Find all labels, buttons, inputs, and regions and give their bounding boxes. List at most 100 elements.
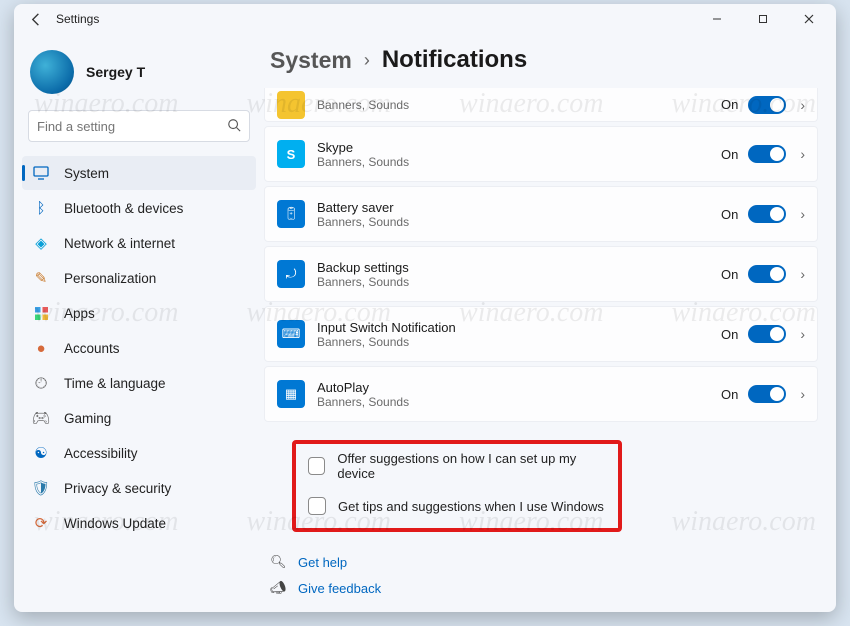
sidebar-item-label: Apps	[64, 306, 95, 321]
app-state: On	[721, 207, 738, 222]
app-subtitle: Banners, Sounds	[317, 335, 721, 349]
breadcrumb-parent[interactable]: System	[270, 47, 352, 74]
app-icon: ⤾	[277, 260, 305, 288]
app-icon	[277, 91, 305, 119]
chevron-right-icon: ›	[800, 206, 805, 222]
sidebar-item-network[interactable]: ◈ Network & internet	[22, 226, 256, 260]
back-button[interactable]	[22, 5, 50, 33]
app-title: Backup settings	[317, 260, 721, 275]
sidebar-item-apps[interactable]: Apps	[22, 296, 256, 330]
toggle-switch[interactable]	[748, 265, 786, 283]
page-title: Notifications	[382, 46, 527, 74]
notification-list: Banners, Sounds On › S Skype Banners, So…	[264, 88, 818, 612]
app-title: Input Switch Notification	[317, 320, 721, 335]
search-input[interactable]	[37, 119, 227, 134]
chevron-right-icon: ›	[800, 97, 805, 113]
chevron-right-icon: ›	[800, 326, 805, 342]
minimize-button[interactable]	[694, 4, 740, 34]
apps-icon	[32, 304, 50, 322]
network-icon: ◈	[32, 234, 50, 252]
checkbox-row-setup-suggestions[interactable]: Offer suggestions on how I can set up my…	[296, 446, 618, 486]
link-label: Get help	[298, 555, 347, 570]
sidebar-item-label: Privacy & security	[64, 481, 171, 496]
sidebar-item-label: System	[64, 166, 109, 181]
sidebar-item-label: Accounts	[64, 341, 120, 356]
app-icon: ⌨︎	[277, 320, 305, 348]
app-title: AutoPlay	[317, 380, 721, 395]
settings-window: Settings Sergey T	[14, 4, 836, 612]
sidebar-item-update[interactable]: ⟳ Windows Update	[22, 506, 256, 540]
toggle-switch[interactable]	[748, 205, 786, 223]
app-title: Battery saver	[317, 200, 721, 215]
close-button[interactable]	[786, 4, 832, 34]
app-row-skype[interactable]: S Skype Banners, Sounds On ›	[264, 126, 818, 182]
toggle-switch[interactable]	[748, 145, 786, 163]
breadcrumb: System › Notifications	[264, 42, 818, 88]
search-box[interactable]	[28, 110, 250, 142]
link-label: Give feedback	[298, 581, 381, 596]
give-feedback-link[interactable]: 📣︎ Give feedback	[270, 580, 818, 596]
app-subtitle: Banners, Sounds	[317, 98, 721, 112]
app-state: On	[721, 327, 738, 342]
maximize-button[interactable]	[740, 4, 786, 34]
app-state: On	[721, 267, 738, 282]
sidebar-item-accessibility[interactable]: ☯︎ Accessibility	[22, 436, 256, 470]
app-subtitle: Banners, Sounds	[317, 155, 721, 169]
sidebar-item-label: Time & language	[64, 376, 166, 391]
sidebar-item-label: Bluetooth & devices	[64, 201, 183, 216]
nav: System ᛒ Bluetooth & devices ◈ Network &…	[20, 156, 258, 540]
app-subtitle: Banners, Sounds	[317, 395, 721, 409]
sidebar: Sergey T System ᛒ Bluetooth & devices	[14, 34, 264, 612]
sidebar-item-time[interactable]: 🕘︎ Time & language	[22, 366, 256, 400]
checkbox-row-tips[interactable]: Get tips and suggestions when I use Wind…	[296, 486, 618, 526]
app-state: On	[721, 387, 738, 402]
shield-icon: 🛡︎	[32, 479, 50, 497]
suggestions-block: Offer suggestions on how I can set up my…	[292, 440, 622, 532]
sidebar-item-label: Personalization	[64, 271, 156, 286]
sidebar-item-label: Gaming	[64, 411, 111, 426]
titlebar: Settings	[14, 4, 836, 34]
checkbox-label: Offer suggestions on how I can set up my…	[337, 451, 606, 481]
app-title: Skype	[317, 140, 721, 155]
app-row-battery[interactable]: 🔋︎ Battery saver Banners, Sounds On ›	[264, 186, 818, 242]
app-row-input-switch[interactable]: ⌨︎ Input Switch Notification Banners, So…	[264, 306, 818, 362]
search-icon	[227, 118, 241, 135]
sidebar-item-system[interactable]: System	[22, 156, 256, 190]
get-help-link[interactable]: 🔍︎ Get help	[270, 554, 818, 570]
app-state: On	[721, 97, 738, 112]
avatar	[30, 50, 74, 94]
chevron-right-icon: ›	[800, 386, 805, 402]
app-row-backup[interactable]: ⤾ Backup settings Banners, Sounds On ›	[264, 246, 818, 302]
sidebar-item-personalization[interactable]: ✎ Personalization	[22, 261, 256, 295]
brush-icon: ✎	[32, 269, 50, 287]
system-icon	[32, 164, 50, 182]
app-subtitle: Banners, Sounds	[317, 275, 721, 289]
app-icon: S	[277, 140, 305, 168]
checkbox[interactable]	[308, 497, 326, 515]
sidebar-item-accounts[interactable]: ● Accounts	[22, 331, 256, 365]
help-icon: 🔍︎	[270, 554, 286, 570]
checkbox-label: Get tips and suggestions when I use Wind…	[338, 499, 604, 514]
sidebar-item-privacy[interactable]: 🛡︎ Privacy & security	[22, 471, 256, 505]
username: Sergey T	[86, 64, 145, 80]
accounts-icon: ●	[32, 339, 50, 357]
toggle-switch[interactable]	[748, 325, 786, 343]
app-subtitle: Banners, Sounds	[317, 215, 721, 229]
sidebar-item-gaming[interactable]: 🎮︎ Gaming	[22, 401, 256, 435]
main-content: System › Notifications Banners, Sounds O…	[264, 34, 836, 612]
app-icon: 🔋︎	[277, 200, 305, 228]
app-row[interactable]: Banners, Sounds On ›	[264, 88, 818, 122]
checkbox[interactable]	[308, 457, 325, 475]
toggle-switch[interactable]	[748, 96, 786, 114]
chevron-right-icon: ›	[800, 146, 805, 162]
chevron-right-icon: ›	[364, 50, 370, 71]
toggle-switch[interactable]	[748, 385, 786, 403]
bluetooth-icon: ᛒ	[32, 199, 50, 217]
feedback-icon: 📣︎	[270, 580, 286, 596]
profile[interactable]: Sergey T	[20, 42, 258, 108]
update-icon: ⟳	[32, 514, 50, 532]
app-row-autoplay[interactable]: ▦ AutoPlay Banners, Sounds On ›	[264, 366, 818, 422]
sidebar-item-bluetooth[interactable]: ᛒ Bluetooth & devices	[22, 191, 256, 225]
gaming-icon: 🎮︎	[32, 409, 50, 427]
app-state: On	[721, 147, 738, 162]
